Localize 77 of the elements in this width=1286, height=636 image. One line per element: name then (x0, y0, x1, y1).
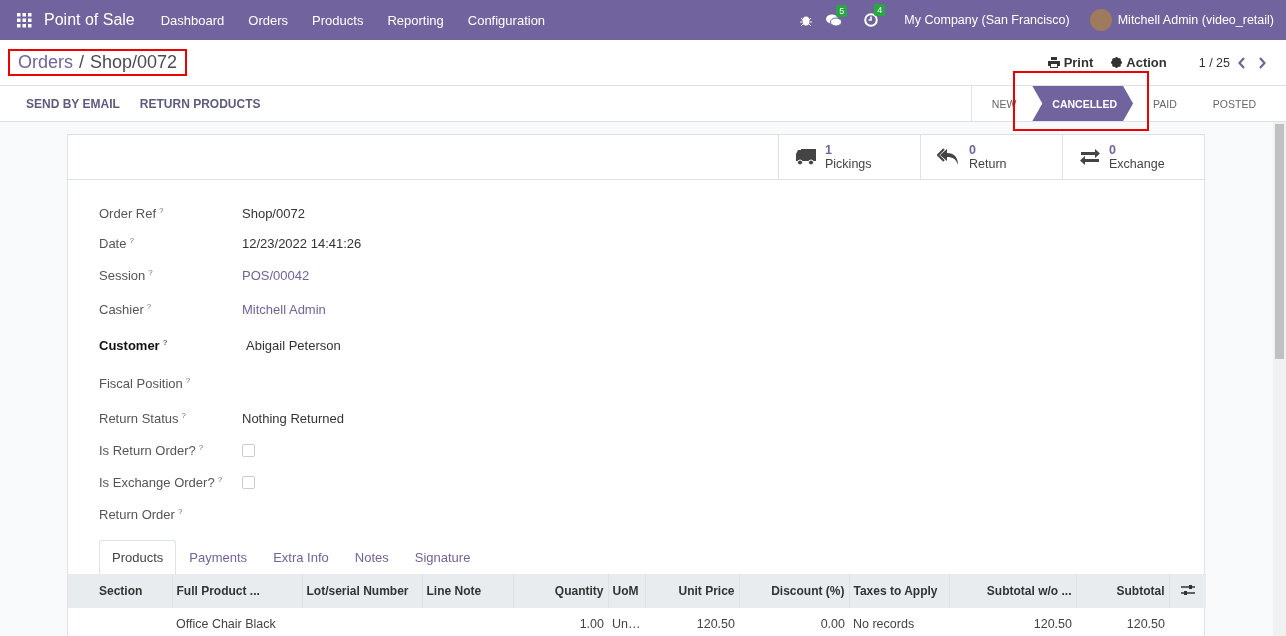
gear-icon (1111, 57, 1123, 68)
activity-count: 4 (874, 4, 886, 16)
field-link[interactable]: Mitchell Admin (242, 301, 326, 317)
checkbox[interactable] (242, 475, 255, 489)
breadcrumb-separator: / (79, 52, 85, 73)
field-value: Abigail Peterson (246, 337, 341, 353)
field-label: Fiscal Position $^{?}$ (99, 375, 192, 391)
chevron-left-icon (1238, 56, 1246, 69)
header-action-button[interactable]: RETURN PRODUCTS (129, 96, 271, 111)
column-header[interactable]: Section (68, 574, 172, 608)
notebook-tab[interactable]: Products (99, 540, 177, 574)
column-header[interactable]: Subtotal w/o ... (949, 574, 1076, 608)
menu-item[interactable]: Dashboard (148, 12, 237, 28)
column-header[interactable]: Line Note (422, 574, 513, 608)
table-cell: No records (849, 608, 949, 636)
app-grid-icon[interactable] (16, 12, 32, 28)
field-label: Is Exchange Order? $^{?}$ (99, 474, 224, 490)
chat-bubbles-icon[interactable] (826, 13, 843, 27)
truck-icon (795, 148, 817, 166)
field-label: Date $^{?}$ (99, 236, 135, 251)
column-header[interactable]: Lot/serial Number (302, 574, 422, 608)
reply-all-icon (937, 148, 961, 166)
column-settings[interactable] (1169, 574, 1206, 608)
table-cell: 120.50 (645, 608, 739, 636)
field-label: Customer $^{?}$ (99, 337, 169, 353)
header-action-button[interactable]: SEND BY EMAIL (16, 96, 130, 111)
status-stage[interactable]: PAID (1133, 86, 1193, 121)
menu-item[interactable]: Orders (236, 12, 301, 28)
field-label: Session $^{?}$ (99, 268, 154, 283)
notebook-tab[interactable]: Signature (401, 540, 484, 574)
field-link[interactable]: POS/00042 (242, 268, 310, 283)
print-dropdown[interactable]: Print (1047, 55, 1094, 70)
table-cell: 0.00 (739, 608, 849, 636)
field-label: Order Ref $^{?}$ (99, 205, 165, 221)
table-cell: Office Chair Black (172, 608, 302, 636)
pager-value[interactable]: 1 / 25 (1198, 55, 1230, 70)
table-cell: 120.50 (949, 608, 1076, 636)
user-menu[interactable]: Mitchell Admin (video_retail) (1117, 13, 1274, 27)
checkbox[interactable] (242, 443, 255, 457)
field-label: Return Order $^{?}$ (99, 506, 184, 522)
menu-item[interactable]: Reporting (375, 12, 456, 28)
field-label: Cashier $^{?}$ (99, 301, 153, 317)
breadcrumb-current: Shop/0072 (90, 52, 178, 73)
notebook-tab[interactable]: Notes (341, 540, 402, 574)
bug-icon[interactable] (800, 14, 813, 26)
table-cell: 1.00 (513, 608, 608, 636)
notebook-tab[interactable]: Extra Info (260, 540, 342, 574)
field-value: Shop/0072 (242, 205, 305, 221)
notebook-tab[interactable]: Payments (176, 540, 261, 574)
column-header[interactable]: Unit Price (645, 574, 739, 608)
menu-item[interactable]: Products (300, 12, 376, 28)
chevron-right-icon (1258, 56, 1266, 69)
exchange-arrows-icon (1079, 148, 1101, 166)
scrollbar[interactable] (1273, 122, 1286, 636)
app-title[interactable]: Point of Sale (44, 11, 135, 29)
column-header[interactable]: Subtotal (1076, 574, 1169, 608)
message-count: 5 (836, 4, 848, 17)
table-cell: Un… (608, 608, 645, 636)
column-header[interactable]: Taxes to Apply (849, 574, 949, 608)
field-value: Nothing Returned (242, 410, 344, 426)
clock-icon[interactable] (864, 13, 879, 27)
table-cell: 120.50 (1076, 608, 1169, 636)
field-value: 12/23/2022 14:41:26 (242, 236, 362, 251)
column-header[interactable]: Discount (%) (739, 574, 849, 608)
status-stage[interactable]: POSTED (1192, 86, 1272, 121)
column-header[interactable]: Full Product ... (172, 574, 302, 608)
printer-icon (1047, 57, 1060, 68)
field-label: Return Status $^{?}$ (99, 410, 187, 426)
action-dropdown[interactable]: Action (1111, 55, 1167, 70)
column-header[interactable]: UoM (608, 574, 645, 608)
company-switcher[interactable]: My Company (San Francisco) (904, 13, 1070, 27)
breadcrumb-link[interactable]: Orders (18, 52, 73, 73)
column-header[interactable]: Quantity (513, 574, 608, 608)
menu-item[interactable]: Configuration (455, 12, 558, 28)
status-stage[interactable]: CANCELLED (1032, 86, 1134, 121)
sliders-icon (1180, 583, 1195, 596)
field-label: Is Return Order? $^{?}$ (99, 442, 205, 458)
